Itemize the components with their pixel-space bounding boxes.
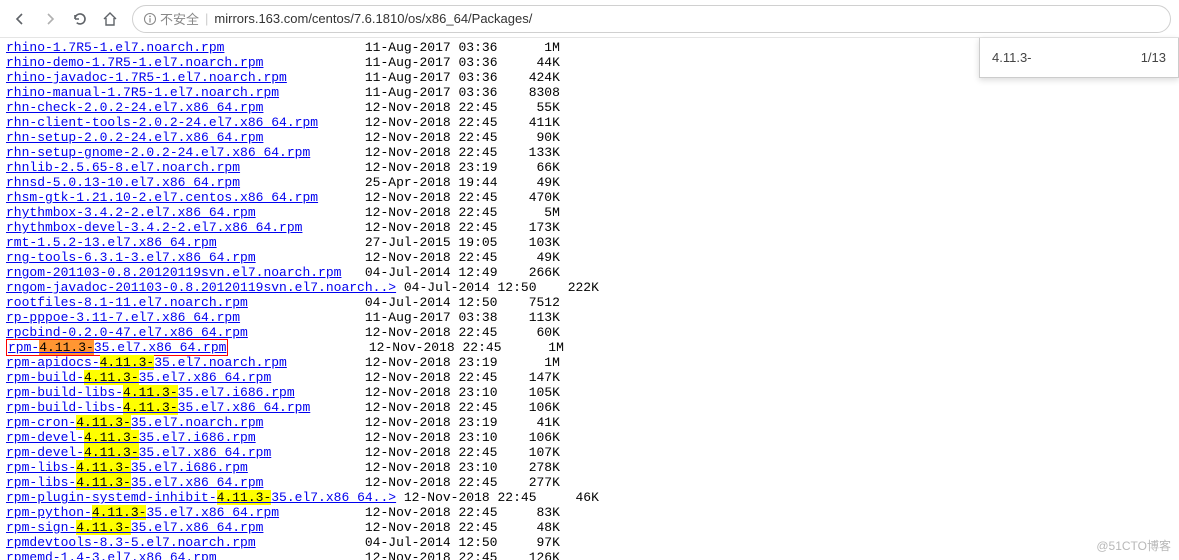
- file-link[interactable]: rpcbind-0.2.0-47.el7.x86_64.rpm: [6, 325, 248, 340]
- url-text: mirrors.163.com/centos/7.6.1810/os/x86_6…: [214, 11, 532, 26]
- home-button[interactable]: [98, 7, 122, 31]
- file-link[interactable]: rpm-libs-4.11.3-35.el7.x86_64.rpm: [6, 475, 263, 490]
- listing-row: rng-tools-6.3.1-3.el7.x86_64.rpm 12-Nov-…: [0, 250, 1179, 265]
- forward-button[interactable]: [38, 7, 62, 31]
- listing-row: rhn-setup-gnome-2.0.2-24.el7.x86_64.rpm …: [0, 145, 1179, 160]
- listing-row: rhythmbox-3.4.2-2.el7.x86_64.rpm 12-Nov-…: [0, 205, 1179, 220]
- file-link[interactable]: rpmemd-1.4-3.el7.x86_64.rpm: [6, 550, 217, 560]
- insecure-label: 不安全: [160, 9, 199, 28]
- back-button[interactable]: [8, 7, 32, 31]
- listing-row: rhn-check-2.0.2-24.el7.x86_64.rpm 12-Nov…: [0, 100, 1179, 115]
- listing-row: rngom-201103-0.8.20120119svn.el7.noarch.…: [0, 265, 1179, 280]
- browser-toolbar: 不安全 | mirrors.163.com/centos/7.6.1810/os…: [0, 0, 1179, 38]
- find-in-page-bar[interactable]: 4.11.3- 1/13: [979, 38, 1179, 78]
- listing-row: rpm-build-4.11.3-35.el7.x86_64.rpm 12-No…: [0, 370, 1179, 385]
- file-link[interactable]: rhythmbox-3.4.2-2.el7.x86_64.rpm: [6, 205, 256, 220]
- listing-row: rootfiles-8.1-11.el7.noarch.rpm 04-Jul-2…: [0, 295, 1179, 310]
- file-link[interactable]: rpm-libs-4.11.3-35.el7.i686.rpm: [6, 460, 248, 475]
- file-link[interactable]: rng-tools-6.3.1-3.el7.x86_64.rpm: [6, 250, 256, 265]
- address-separator: |: [205, 11, 208, 26]
- listing-row: rhnlib-2.5.65-8.el7.noarch.rpm 12-Nov-20…: [0, 160, 1179, 175]
- listing-row: rpm-build-libs-4.11.3-35.el7.x86_64.rpm …: [0, 400, 1179, 415]
- find-count: 1/13: [1141, 50, 1166, 65]
- listing-row: rpm-4.11.3-35.el7.x86_64.rpm 12-Nov-2018…: [0, 340, 1179, 355]
- listing-row: rpm-libs-4.11.3-35.el7.x86_64.rpm 12-Nov…: [0, 475, 1179, 490]
- find-term: 4.11.3-: [992, 50, 1032, 65]
- file-link[interactable]: rhino-manual-1.7R5-1.el7.noarch.rpm: [6, 85, 279, 100]
- file-link[interactable]: rpm-devel-4.11.3-35.el7.i686.rpm: [6, 430, 256, 445]
- file-link[interactable]: rpm-apidocs-4.11.3-35.el7.noarch.rpm: [6, 355, 287, 370]
- listing-row: rpm-devel-4.11.3-35.el7.x86_64.rpm 12-No…: [0, 445, 1179, 460]
- file-link[interactable]: rhnsd-5.0.13-10.el7.x86_64.rpm: [6, 175, 240, 190]
- listing-row: rpm-python-4.11.3-35.el7.x86_64.rpm 12-N…: [0, 505, 1179, 520]
- file-link[interactable]: rhino-javadoc-1.7R5-1.el7.noarch.rpm: [6, 70, 287, 85]
- file-link[interactable]: rhino-demo-1.7R5-1.el7.noarch.rpm: [6, 55, 263, 70]
- listing-row: rp-pppoe-3.11-7.el7.x86_64.rpm 11-Aug-20…: [0, 310, 1179, 325]
- directory-listing: rhino-1.7R5-1.el7.noarch.rpm 11-Aug-2017…: [0, 38, 1179, 560]
- listing-row: rhsm-gtk-1.21.10-2.el7.centos.x86_64.rpm…: [0, 190, 1179, 205]
- file-link[interactable]: rpm-4.11.3-35.el7.x86_64.rpm: [8, 340, 226, 355]
- file-link[interactable]: rngom-javadoc-201103-0.8.20120119svn.el7…: [6, 280, 396, 295]
- listing-row: rpm-build-libs-4.11.3-35.el7.i686.rpm 12…: [0, 385, 1179, 400]
- listing-row: rpm-sign-4.11.3-35.el7.x86_64.rpm 12-Nov…: [0, 520, 1179, 535]
- listing-row: rmt-1.5.2-13.el7.x86_64.rpm 27-Jul-2015 …: [0, 235, 1179, 250]
- address-bar[interactable]: 不安全 | mirrors.163.com/centos/7.6.1810/os…: [132, 5, 1171, 33]
- file-link[interactable]: rpm-python-4.11.3-35.el7.x86_64.rpm: [6, 505, 279, 520]
- file-link[interactable]: rpm-cron-4.11.3-35.el7.noarch.rpm: [6, 415, 263, 430]
- file-link[interactable]: rpm-plugin-systemd-inhibit-4.11.3-35.el7…: [6, 490, 396, 505]
- file-link[interactable]: rmt-1.5.2-13.el7.x86_64.rpm: [6, 235, 217, 250]
- file-link[interactable]: rhsm-gtk-1.21.10-2.el7.centos.x86_64.rpm: [6, 190, 318, 205]
- listing-row: rhino-manual-1.7R5-1.el7.noarch.rpm 11-A…: [0, 85, 1179, 100]
- listing-row: rhnsd-5.0.13-10.el7.x86_64.rpm 25-Apr-20…: [0, 175, 1179, 190]
- file-link[interactable]: rhnlib-2.5.65-8.el7.noarch.rpm: [6, 160, 240, 175]
- file-link[interactable]: rpm-devel-4.11.3-35.el7.x86_64.rpm: [6, 445, 271, 460]
- listing-row: rhythmbox-devel-3.4.2-2.el7.x86_64.rpm 1…: [0, 220, 1179, 235]
- listing-row: rpcbind-0.2.0-47.el7.x86_64.rpm 12-Nov-2…: [0, 325, 1179, 340]
- file-link[interactable]: rp-pppoe-3.11-7.el7.x86_64.rpm: [6, 310, 240, 325]
- reload-button[interactable]: [68, 7, 92, 31]
- file-link[interactable]: rpm-build-4.11.3-35.el7.x86_64.rpm: [6, 370, 271, 385]
- listing-row: rpm-devel-4.11.3-35.el7.i686.rpm 12-Nov-…: [0, 430, 1179, 445]
- file-link[interactable]: rpm-sign-4.11.3-35.el7.x86_64.rpm: [6, 520, 263, 535]
- file-link[interactable]: rhn-client-tools-2.0.2-24.el7.x86_64.rpm: [6, 115, 318, 130]
- listing-row: rpm-libs-4.11.3-35.el7.i686.rpm 12-Nov-2…: [0, 460, 1179, 475]
- listing-row: rpm-apidocs-4.11.3-35.el7.noarch.rpm 12-…: [0, 355, 1179, 370]
- file-link[interactable]: rpm-build-libs-4.11.3-35.el7.x86_64.rpm: [6, 400, 310, 415]
- file-link[interactable]: rngom-201103-0.8.20120119svn.el7.noarch.…: [6, 265, 341, 280]
- security-indicator[interactable]: 不安全: [143, 9, 199, 28]
- listing-row: rpmdevtools-8.3-5.el7.noarch.rpm 04-Jul-…: [0, 535, 1179, 550]
- listing-row: rpm-plugin-systemd-inhibit-4.11.3-35.el7…: [0, 490, 1179, 505]
- listing-row: rhn-setup-2.0.2-24.el7.x86_64.rpm 12-Nov…: [0, 130, 1179, 145]
- listing-row: rpmemd-1.4-3.el7.x86_64.rpm 12-Nov-2018 …: [0, 550, 1179, 560]
- file-link[interactable]: rhino-1.7R5-1.el7.noarch.rpm: [6, 40, 224, 55]
- file-link[interactable]: rhythmbox-devel-3.4.2-2.el7.x86_64.rpm: [6, 220, 302, 235]
- file-link[interactable]: rhn-check-2.0.2-24.el7.x86_64.rpm: [6, 100, 263, 115]
- file-link[interactable]: rootfiles-8.1-11.el7.noarch.rpm: [6, 295, 248, 310]
- listing-row: rpm-cron-4.11.3-35.el7.noarch.rpm 12-Nov…: [0, 415, 1179, 430]
- listing-row: rngom-javadoc-201103-0.8.20120119svn.el7…: [0, 280, 1179, 295]
- watermark: @51CTO博客: [1096, 537, 1171, 554]
- file-link[interactable]: rpm-build-libs-4.11.3-35.el7.i686.rpm: [6, 385, 295, 400]
- file-link[interactable]: rpmdevtools-8.3-5.el7.noarch.rpm: [6, 535, 256, 550]
- file-link[interactable]: rhn-setup-gnome-2.0.2-24.el7.x86_64.rpm: [6, 145, 310, 160]
- info-icon: [143, 12, 157, 26]
- file-link[interactable]: rhn-setup-2.0.2-24.el7.x86_64.rpm: [6, 130, 263, 145]
- listing-row: rhn-client-tools-2.0.2-24.el7.x86_64.rpm…: [0, 115, 1179, 130]
